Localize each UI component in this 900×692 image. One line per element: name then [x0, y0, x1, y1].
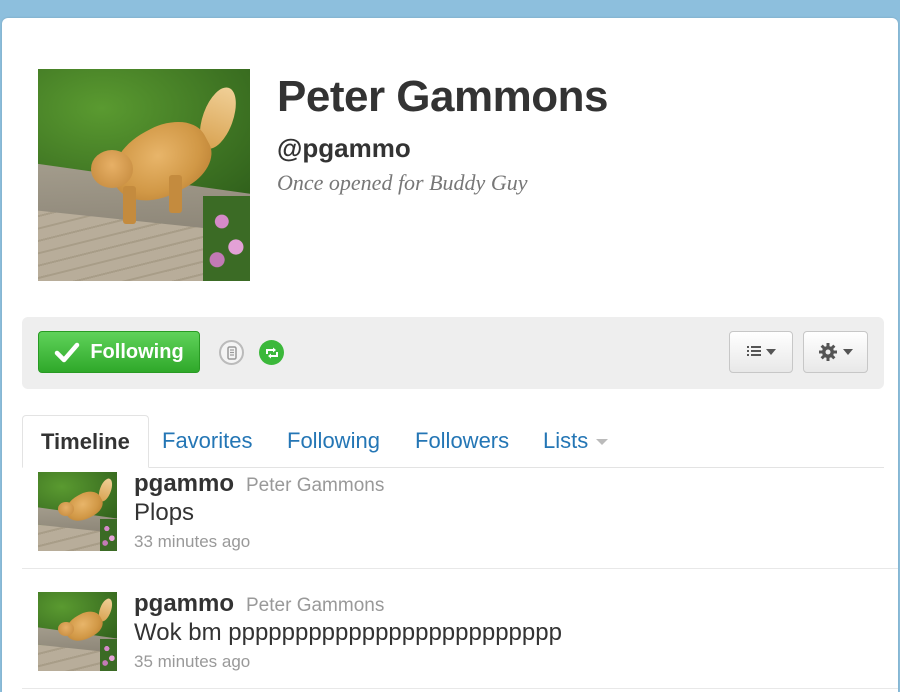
list-menu-button[interactable]: [729, 331, 793, 373]
tweet-timestamp[interactable]: 33 minutes ago: [134, 532, 250, 552]
profile-bio: Once opened for Buddy Guy: [277, 170, 528, 195]
tweet-avatar[interactable]: [38, 472, 117, 551]
tweet-item[interactable]: pgammo Peter Gammons Plops 33 minutes ag…: [22, 450, 898, 569]
tweet-screen-name[interactable]: pgammo: [134, 590, 234, 618]
chevron-down-icon: [843, 349, 853, 355]
profile-avatar[interactable]: [38, 69, 250, 281]
list-icon: [746, 346, 761, 356]
gear-icon: [819, 343, 837, 361]
following-button-label: Following: [90, 340, 184, 363]
tweet-full-name[interactable]: Peter Gammons: [246, 595, 384, 617]
check-icon: [55, 342, 80, 363]
tweet-item[interactable]: pgammo Peter Gammons Wok bm pppppppppppp…: [22, 570, 898, 689]
tweet-screen-name[interactable]: pgammo: [134, 470, 234, 498]
profile-name: Peter Gammons: [277, 72, 608, 121]
chevron-down-icon: [596, 439, 609, 446]
profile-action-bar: Following: [22, 317, 884, 389]
tweet-timestamp[interactable]: 35 minutes ago: [134, 652, 250, 672]
tweet-avatar[interactable]: [38, 592, 117, 671]
following-button[interactable]: Following: [38, 331, 200, 373]
profile-panel: Peter Gammons @pgammo Once opened for Bu…: [2, 18, 898, 692]
profile-handle: @pgammo: [277, 133, 411, 163]
tweet-full-name[interactable]: Peter Gammons: [246, 475, 384, 497]
settings-menu-button[interactable]: [803, 331, 868, 373]
tweet-text: Wok bm ppppppppppppppppppppppppp: [134, 619, 562, 646]
device-notification-icon[interactable]: [219, 340, 244, 365]
retweet-icon[interactable]: [259, 340, 284, 365]
chevron-down-icon: [765, 349, 776, 355]
tweet-text: Plops: [134, 499, 195, 526]
